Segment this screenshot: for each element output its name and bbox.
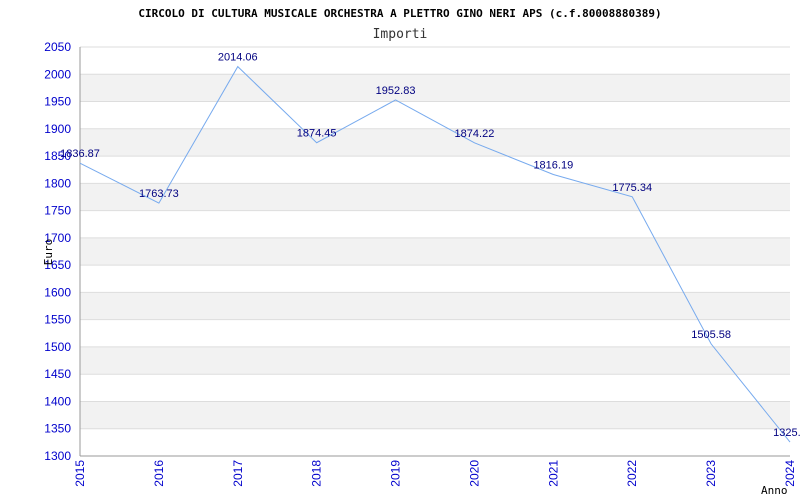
data-label: 1952.83 — [376, 85, 416, 97]
y-tick-label: 1500 — [44, 340, 71, 354]
background-bands — [80, 47, 790, 456]
y-tick-label: 1750 — [44, 204, 71, 218]
y-tick-label: 1950 — [44, 95, 71, 109]
y-tick-label: 2000 — [44, 67, 71, 81]
x-tick-label: 2021 — [546, 460, 560, 487]
data-label: 1763.73 — [139, 188, 179, 200]
grid-band — [80, 210, 790, 238]
grid-band — [80, 374, 790, 402]
data-label: 1775.34 — [612, 182, 652, 194]
grid-band — [80, 346, 790, 375]
data-label: 1505.58 — [691, 329, 731, 341]
y-tick-label: 1800 — [44, 176, 71, 190]
x-tick-label: 2019 — [389, 460, 403, 487]
grid-band — [80, 183, 790, 211]
grid-band — [80, 292, 790, 320]
data-label: 1325.5 — [773, 427, 800, 439]
y-tick-label: 1900 — [44, 122, 71, 136]
y-tick-label: 1400 — [44, 394, 71, 408]
x-tick-label: 2017 — [231, 460, 245, 487]
x-tick-label: 2018 — [310, 460, 324, 487]
x-tick-label: 2023 — [704, 460, 718, 487]
grid-band — [80, 156, 790, 184]
line-chart: 1300135014001450150015501600165017001750… — [42, 7, 800, 497]
y-tick-label: 1450 — [44, 367, 71, 381]
x-tick-label: 2015 — [73, 460, 87, 487]
x-tick-label: 2022 — [625, 460, 639, 487]
data-label: 2014.06 — [218, 52, 258, 64]
data-label: 1874.45 — [297, 128, 337, 140]
grid-band — [80, 401, 790, 429]
y-tick-label: 1300 — [44, 449, 71, 463]
y-tick-label: 1350 — [44, 422, 71, 436]
grid-band — [80, 428, 790, 456]
grid-band — [80, 101, 790, 129]
y-axis-label: Euro — [42, 239, 55, 266]
x-tick-label: 2024 — [783, 460, 797, 487]
grid-band — [80, 319, 790, 347]
grid-band — [80, 128, 790, 157]
grid-band — [80, 47, 790, 75]
x-tick-label: 2016 — [152, 460, 166, 487]
grid-band — [80, 265, 790, 293]
grid-band — [80, 74, 790, 102]
data-label: 1874.22 — [455, 128, 495, 140]
y-tick-label: 1550 — [44, 313, 71, 327]
chart-subtitle: Importi — [373, 27, 428, 42]
x-tick-label: 2020 — [467, 460, 481, 487]
chart-title: CIRCOLO DI CULTURA MUSICALE ORCHESTRA A … — [138, 7, 661, 20]
x-tick-labels: 2015 2016 2017 2018 2019 2020 2021 2022 2023 2024 — [73, 460, 797, 487]
x-axis-label: Anno — [761, 484, 788, 497]
y-tick-label: 2050 — [44, 40, 71, 54]
data-label: 1816.19 — [533, 160, 573, 172]
y-tick-label: 1600 — [44, 285, 71, 299]
grid-band — [80, 237, 790, 266]
data-label: 1836.87 — [60, 148, 100, 160]
chart-root: 1300 1350 1400 1450 1500 1550 1600 1650 1700 1750… — [0, 0, 800, 500]
